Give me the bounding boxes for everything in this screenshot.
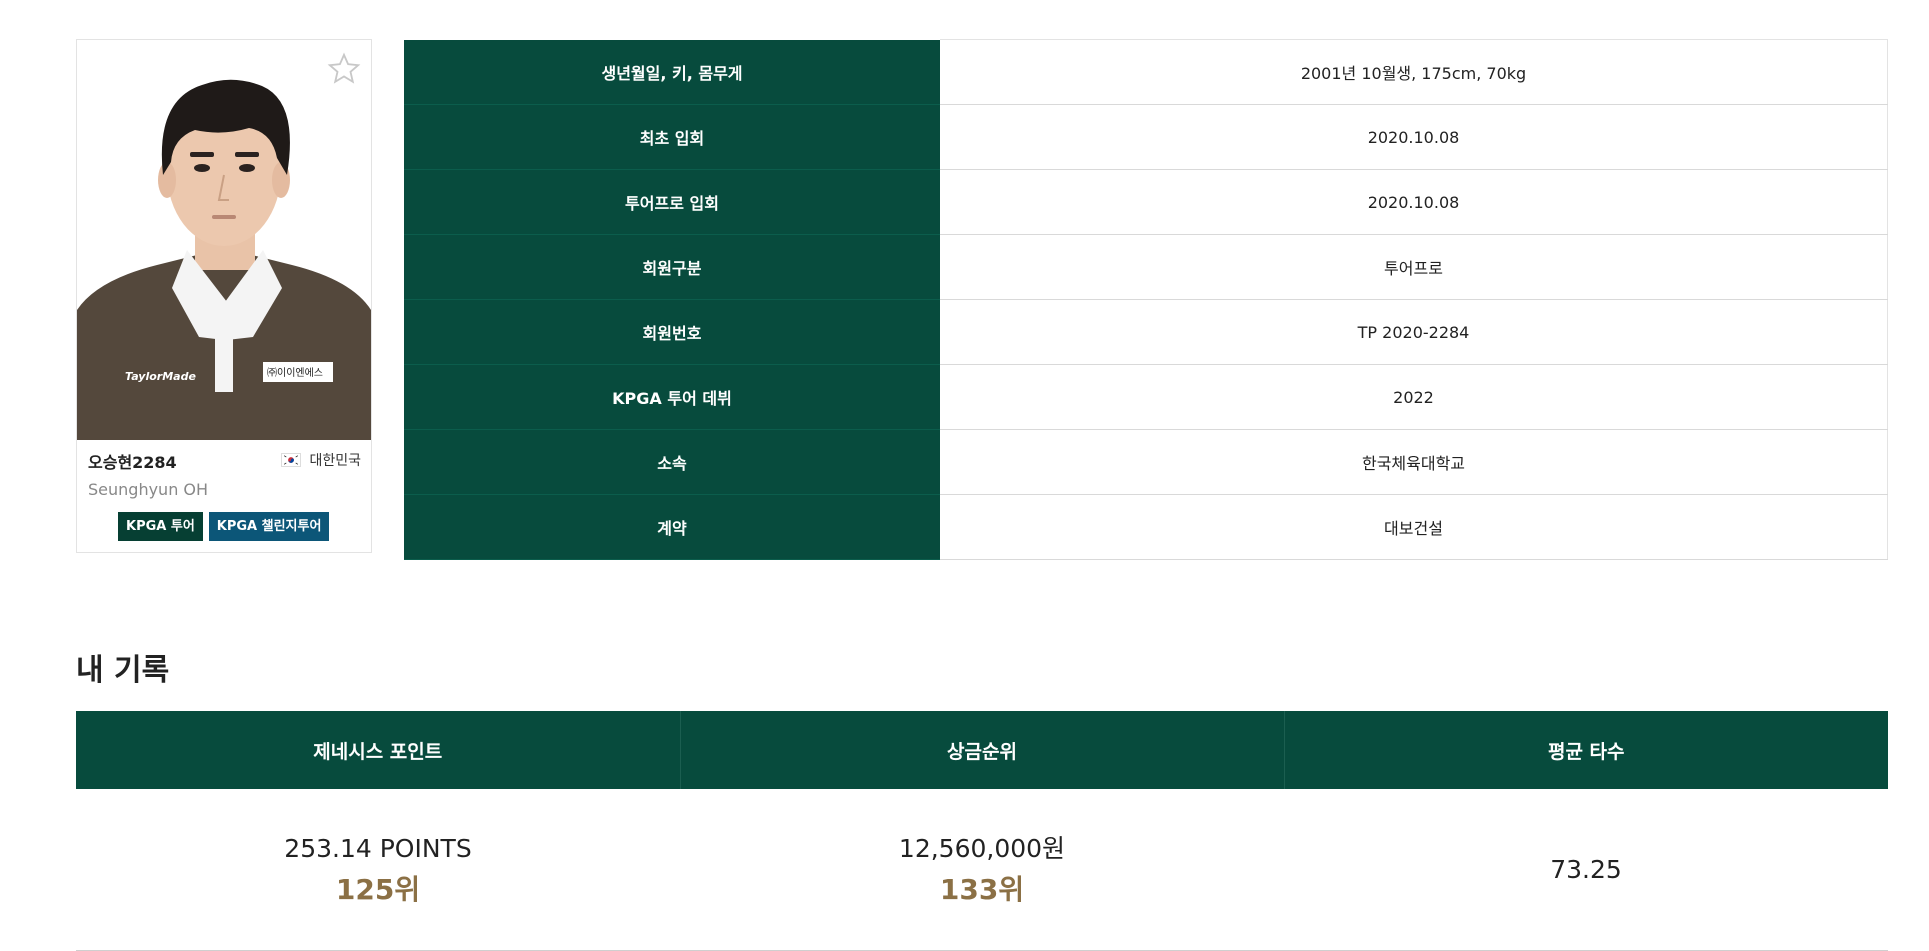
info-value: 2001년 10월생, 175cm, 70kg [940,39,1888,105]
info-row: 회원번호 TP 2020-2284 [404,299,1888,365]
records-title: 내 기록 [76,653,170,688]
records-header-row: 제네시스 포인트 상금순위 평균 타수 [76,711,1888,789]
records-header-genesis-points: 제네시스 포인트 [76,711,681,789]
tag-kpga-tour: KPGA 투어 [118,512,203,541]
nationality-label: 대한민국 [309,453,361,469]
info-value: 2022 [940,364,1888,430]
info-value: TP 2020-2284 [940,299,1888,365]
player-profile-card: TaylorMade ㈜이이엔에스 오승현2284 대한민국 Seunghyun… [76,39,372,553]
info-row: 최초 입회 2020.10.08 [404,104,1888,170]
info-label: 투어프로 입회 [404,169,940,235]
player-name-kr: 오승현2284 [88,453,177,472]
record-cell-average-score: 73.25 [1284,789,1888,951]
records-header-average-score: 평균 타수 [1284,711,1888,789]
shirt-brand-text: TaylorMade [125,370,196,383]
info-value: 2020.10.08 [940,104,1888,170]
records-value-row: 253.14 POINTS 125위 12,560,000원 133위 73.2… [76,789,1888,951]
info-label: 계약 [404,494,940,560]
info-label: KPGA 투어 데뷔 [404,364,940,430]
nationality: 대한민국 [281,450,361,470]
info-value: 2020.10.08 [940,169,1888,235]
info-row: KPGA 투어 데뷔 2022 [404,364,1888,430]
record-rank: 133위 [939,872,1025,906]
info-row: 계약 대보건설 [404,494,1888,560]
records-header-prize-rank: 상금순위 [680,711,1285,789]
info-value: 한국체육대학교 [940,429,1888,495]
info-row: 생년월일, 키, 몸무게 2001년 10월생, 175cm, 70kg [404,39,1888,105]
info-label: 생년월일, 키, 몸무게 [404,39,940,105]
tour-tags: KPGA 투어 KPGA 챌린지투어 [118,512,330,541]
info-row: 회원구분 투어프로 [404,234,1888,300]
info-label: 회원구분 [404,234,940,300]
record-value: 12,560,000원 [898,833,1066,863]
shirt-sponsor-text: ㈜이이엔에스 [267,366,323,379]
records-table: 제네시스 포인트 상금순위 평균 타수 253.14 POINTS 125위 1… [76,711,1888,951]
record-cell-genesis-points: 253.14 POINTS 125위 [76,789,680,951]
info-value: 투어프로 [940,234,1888,300]
player-info-table: 생년월일, 키, 몸무게 2001년 10월생, 175cm, 70kg 최초 … [404,39,1888,560]
record-value: 73.25 [1550,854,1622,884]
tag-kpga-challenge-tour: KPGA 챌린지투어 [208,512,330,541]
player-name-en: Seunghyun OH [88,480,209,499]
player-photo: TaylorMade ㈜이이엔에스 [77,40,371,440]
info-label: 회원번호 [404,299,940,365]
info-row: 소속 한국체육대학교 [404,429,1888,495]
info-row: 투어프로 입회 2020.10.08 [404,169,1888,235]
record-value: 253.14 POINTS [284,833,472,863]
cut-off-text-line [120,0,1460,5]
record-rank: 125위 [335,872,421,906]
info-label: 최초 입회 [404,104,940,170]
info-value: 대보건설 [940,494,1888,560]
korea-flag-icon [281,453,302,467]
record-cell-prize-rank: 12,560,000원 133위 [680,789,1284,951]
info-label: 소속 [404,429,940,495]
favorite-star-icon[interactable] [327,52,361,86]
